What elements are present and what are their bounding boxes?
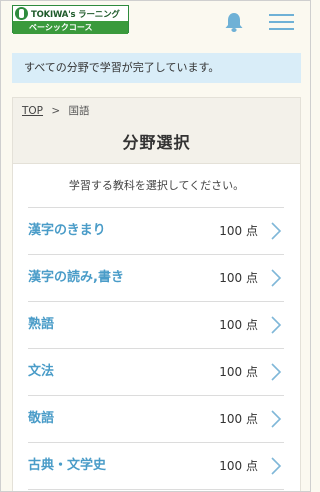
brand-logo-mark-icon xyxy=(15,7,28,20)
instruction-text: 学習する教科を選択してください。 xyxy=(68,179,245,192)
page: TOKIWA's ラーニング ベーシックコース すべての分野で学習が完了していま… xyxy=(0,0,311,492)
completion-notice: すべての分野で学習が完了しています。 xyxy=(12,53,301,83)
breadcrumb-current: 国語 xyxy=(68,105,90,117)
subject-label: 文法 xyxy=(28,364,55,379)
chevron-right-icon xyxy=(271,316,282,334)
subject-row-classics-literary-history[interactable]: 古典・文学史 100 点 xyxy=(28,443,284,490)
subject-row-honorifics[interactable]: 敬語 100 点 xyxy=(28,396,284,443)
brand-logo-text: TOKIWA's ラーニング xyxy=(31,9,120,20)
chevron-right-icon xyxy=(271,269,282,287)
subject-row-grammar[interactable]: 文法 100 点 xyxy=(28,349,284,396)
subject-label: 敬語 xyxy=(28,411,55,426)
subject-score: 100 点 xyxy=(219,459,258,473)
breadcrumb: TOP > 国語 xyxy=(13,98,300,124)
breadcrumb-top-link[interactable]: TOP xyxy=(22,105,43,117)
subject-label: 古典・文学史 xyxy=(28,458,107,473)
subject-score: 100 点 xyxy=(219,271,258,285)
subject-row-jukugo[interactable]: 熟語 100 点 xyxy=(28,302,284,349)
subject-score: 100 点 xyxy=(219,365,258,379)
page-title: 分野選択 xyxy=(13,124,300,164)
brand-logo-subtitle: ベーシックコース xyxy=(13,21,128,34)
subject-label: 熟語 xyxy=(28,317,55,332)
chevron-right-icon xyxy=(271,457,282,475)
breadcrumb-separator: > xyxy=(51,105,61,117)
subject-score: 100 点 xyxy=(219,412,258,426)
bell-icon[interactable] xyxy=(223,11,245,33)
subject-row-kanji-rules[interactable]: 漢字のきまり 100 点 xyxy=(28,208,284,255)
hamburger-menu-icon[interactable] xyxy=(269,12,294,30)
chevron-right-icon xyxy=(271,363,282,381)
subject-label: 漢字のきまり xyxy=(28,223,106,238)
subject-score: 100 点 xyxy=(219,318,258,332)
subject-score: 100 点 xyxy=(219,224,258,238)
chevron-right-icon xyxy=(271,222,282,240)
subject-list: 漢字のきまり 100 点 漢字の読み,書き 100 点 熟語 100 点 文法 … xyxy=(28,207,284,490)
brand-logo[interactable]: TOKIWA's ラーニング ベーシックコース xyxy=(12,5,129,34)
subject-label: 漢字の読み,書き xyxy=(28,270,124,285)
subject-card: TOP > 国語 分野選択 学習する教科を選択してください。 漢字のきまり 10… xyxy=(12,97,301,491)
chevron-right-icon xyxy=(271,410,282,428)
subject-row-kanji-reading-writing[interactable]: 漢字の読み,書き 100 点 xyxy=(28,255,284,302)
header: TOKIWA's ラーニング ベーシックコース xyxy=(1,1,310,53)
